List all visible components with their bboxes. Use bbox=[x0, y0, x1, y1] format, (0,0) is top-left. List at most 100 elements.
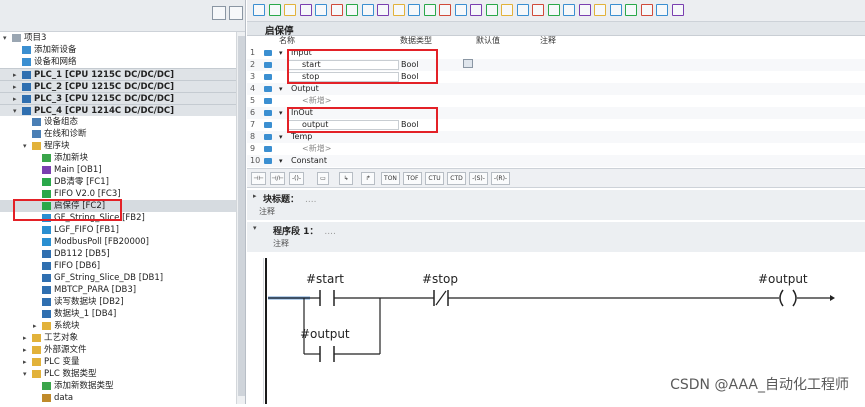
toolbar-button-icon[interactable] bbox=[594, 4, 606, 16]
tree-item[interactable]: DB清零 [FC1] bbox=[0, 176, 236, 188]
toolbar-button-icon[interactable] bbox=[346, 4, 358, 16]
tree-item[interactable]: MBTCP_PARA [DB3] bbox=[0, 284, 236, 296]
ladder-btn[interactable]: -(S)- bbox=[469, 172, 488, 185]
close-branch-icon[interactable]: ↱ bbox=[361, 172, 375, 185]
param-name[interactable]: Constant bbox=[291, 155, 327, 167]
tree-item[interactable]: ▾ PLC_4 [CPU 1214C DC/DC/DC] bbox=[0, 104, 236, 116]
open-branch-icon[interactable]: ↳ bbox=[339, 172, 353, 185]
ladder-btn[interactable]: TOF bbox=[403, 172, 422, 185]
tree-item[interactable]: ▸ 工艺对象 bbox=[0, 332, 236, 344]
tree-item[interactable]: data bbox=[0, 392, 236, 404]
toolbar-button-icon[interactable] bbox=[625, 4, 637, 16]
contact-stop[interactable] bbox=[433, 290, 449, 306]
ladder-btn[interactable]: TON bbox=[381, 172, 400, 185]
no-contact-icon[interactable]: ⊣⊢ bbox=[251, 172, 266, 185]
toolbar-button-icon[interactable] bbox=[671, 4, 684, 16]
toolbar-button-icon[interactable] bbox=[330, 4, 343, 16]
toolbar-button-icon[interactable] bbox=[377, 4, 389, 16]
coil-output[interactable] bbox=[779, 289, 797, 307]
tree-item[interactable]: ▸ PLC 变量 bbox=[0, 356, 236, 368]
section-toggle-icon[interactable]: ▾ bbox=[279, 107, 283, 119]
tree-item[interactable]: GF_String_Slice_DB [DB1] bbox=[0, 272, 236, 284]
param-name[interactable]: <新增> bbox=[302, 143, 331, 155]
block-section-toggle-icon[interactable]: ▸ bbox=[253, 192, 257, 200]
ladder-btn[interactable]: CTU bbox=[425, 172, 444, 185]
toolbar-button-icon[interactable] bbox=[485, 4, 498, 16]
tree-item[interactable]: 在线和诊断 bbox=[0, 128, 236, 140]
tree-scrollbar[interactable] bbox=[236, 32, 245, 404]
tree-item[interactable]: 添加新块 bbox=[0, 152, 236, 164]
toolbar-button-icon[interactable] bbox=[315, 4, 327, 16]
contact-output-latch[interactable] bbox=[319, 346, 335, 362]
empty-box-icon[interactable]: ▭ bbox=[317, 172, 329, 185]
section-toggle-icon[interactable]: ▾ bbox=[279, 47, 283, 59]
tree-item[interactable]: DB112 [DB5] bbox=[0, 248, 236, 260]
tree-item[interactable]: ModbusPoll [FB20000] bbox=[0, 236, 236, 248]
expand-right-icon[interactable]: ▸ bbox=[23, 356, 27, 368]
tree-item[interactable]: ▾ PLC 数据类型 bbox=[0, 368, 236, 380]
toolbar-button-icon[interactable] bbox=[268, 4, 281, 16]
contact-start[interactable] bbox=[319, 290, 335, 306]
toolbar-button-icon[interactable] bbox=[516, 4, 529, 16]
expand-right-icon[interactable]: ▸ bbox=[23, 344, 27, 356]
tree-item[interactable]: Main [OB1] bbox=[0, 164, 236, 176]
expand-down-icon[interactable]: ▾ bbox=[3, 32, 7, 44]
toolbar-button-icon[interactable] bbox=[532, 4, 544, 16]
expand-right-icon[interactable]: ▸ bbox=[33, 320, 37, 332]
interface-row[interactable]: 4 ▾ Output bbox=[247, 83, 865, 95]
tree-dock-button[interactable] bbox=[229, 6, 243, 20]
tree-scrollbar-thumb[interactable] bbox=[238, 36, 245, 396]
toolbar-button-icon[interactable] bbox=[470, 4, 482, 16]
param-name[interactable]: <新增> bbox=[302, 95, 331, 107]
tree-item[interactable]: 设备和网络 bbox=[0, 56, 236, 68]
tree-item[interactable]: ▾ 项目3 bbox=[0, 32, 236, 44]
tree-item[interactable]: ▸ PLC_2 [CPU 1215C DC/DC/DC] bbox=[0, 80, 236, 92]
ladder-btn[interactable]: CTD bbox=[447, 172, 466, 185]
network-comment[interactable]: 注释 bbox=[273, 238, 289, 249]
tree-item[interactable]: ▸ 外部源文件 bbox=[0, 344, 236, 356]
contact-start-label[interactable]: #start bbox=[306, 272, 344, 286]
expand-down-icon[interactable]: ▾ bbox=[23, 140, 27, 152]
coil-output-label[interactable]: #output bbox=[758, 272, 808, 286]
expand-right-icon[interactable]: ▸ bbox=[23, 332, 27, 344]
tree-item[interactable]: 添加新数据类型 bbox=[0, 380, 236, 392]
network-section-toggle-icon[interactable]: ▾ bbox=[253, 224, 257, 232]
toolbar-button-icon[interactable] bbox=[423, 4, 436, 16]
toolbar-button-icon[interactable] bbox=[361, 4, 374, 16]
toolbar-button-icon[interactable] bbox=[656, 4, 668, 16]
nc-contact-icon[interactable]: ⊣/⊢ bbox=[270, 172, 285, 185]
contact-stop-label[interactable]: #stop bbox=[422, 272, 458, 286]
tree-item[interactable]: ▾ 程序块 bbox=[0, 140, 236, 152]
toolbar-button-icon[interactable] bbox=[547, 4, 560, 16]
toolbar-button-icon[interactable] bbox=[392, 4, 405, 16]
toolbar-button-icon[interactable] bbox=[563, 4, 575, 16]
tree-item[interactable]: LGF_FIFO [FB1] bbox=[0, 224, 236, 236]
tree-item[interactable]: 添加新设备 bbox=[0, 44, 236, 56]
toolbar-button-icon[interactable] bbox=[501, 4, 513, 16]
toolbar-button-icon[interactable] bbox=[640, 4, 653, 16]
toolbar-button-icon[interactable] bbox=[284, 4, 296, 16]
toolbar-button-icon[interactable] bbox=[299, 4, 312, 16]
section-toggle-icon[interactable]: ▾ bbox=[279, 83, 283, 95]
toolbar-button-icon[interactable] bbox=[609, 4, 622, 16]
tree-view-button[interactable] bbox=[212, 6, 226, 20]
interface-row[interactable]: 5 <新增> bbox=[247, 95, 865, 107]
section-toggle-icon[interactable]: ▾ bbox=[279, 155, 283, 167]
block-comment[interactable]: 注释 bbox=[259, 206, 275, 217]
tree-item[interactable]: FIFO [DB6] bbox=[0, 260, 236, 272]
tree-item[interactable]: ▸ PLC_1 [CPU 1215C DC/DC/DC] bbox=[0, 68, 236, 80]
tree-item[interactable]: ▸ PLC_3 [CPU 1215C DC/DC/DC] bbox=[0, 92, 236, 104]
expand-down-icon[interactable]: ▾ bbox=[23, 368, 27, 380]
tree-item[interactable]: 读写数据块 [DB2] bbox=[0, 296, 236, 308]
param-name[interactable]: Output bbox=[291, 83, 319, 95]
toolbar-button-icon[interactable] bbox=[439, 4, 451, 16]
toolbar-button-icon[interactable] bbox=[578, 4, 591, 16]
contact-output-label[interactable]: #output bbox=[300, 327, 350, 341]
toolbar-button-icon[interactable] bbox=[253, 4, 265, 16]
toolbar-button-icon[interactable] bbox=[454, 4, 467, 16]
coil-icon[interactable]: -()- bbox=[289, 172, 304, 185]
datatype-picker-icon[interactable] bbox=[463, 59, 473, 68]
ladder-btn[interactable]: -(R)- bbox=[491, 172, 510, 185]
toolbar-button-icon[interactable] bbox=[408, 4, 420, 16]
interface-row[interactable]: 9 <新增> bbox=[247, 143, 865, 155]
